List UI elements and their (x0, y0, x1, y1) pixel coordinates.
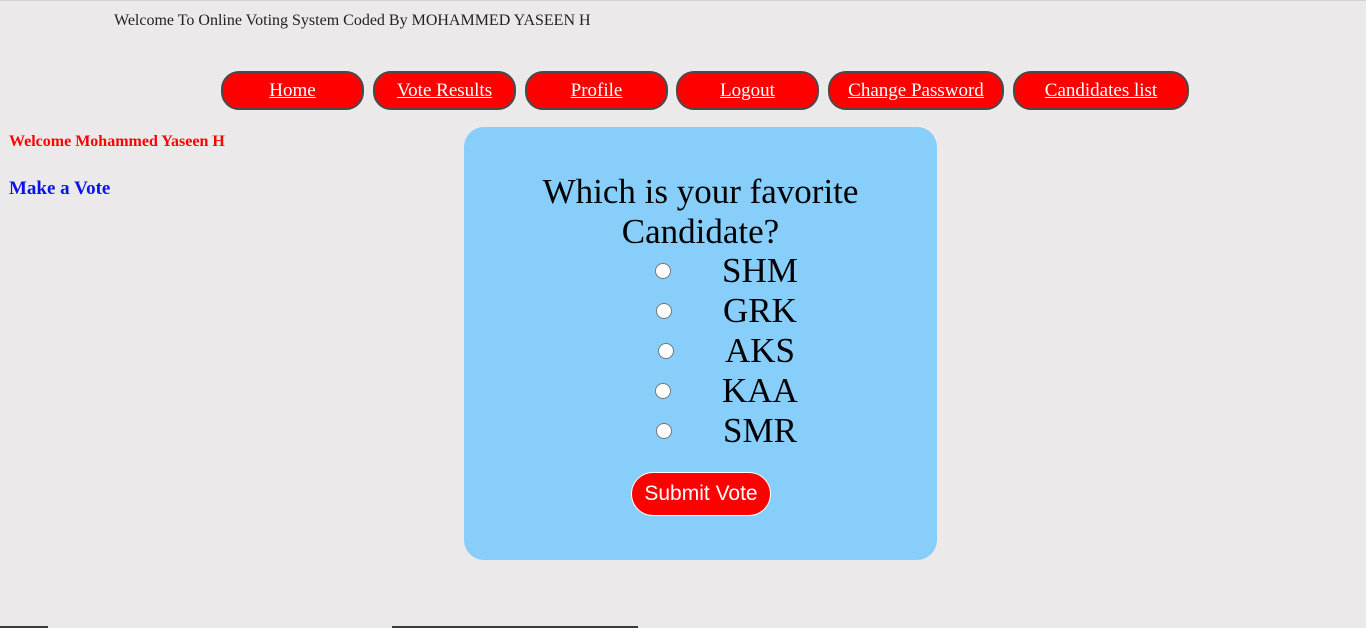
nav-logout-button[interactable]: Logout (676, 71, 819, 110)
welcome-message: Welcome Mohammed Yaseen H (9, 133, 225, 150)
candidate-radio-grk[interactable] (656, 303, 672, 319)
candidate-option (655, 371, 671, 411)
vote-panel: Which is your favorite Candidate? SHM GR… (464, 127, 937, 560)
nav-home-button[interactable]: Home (221, 71, 364, 110)
candidate-label-grk: GRK (723, 291, 797, 330)
candidate-option (658, 331, 674, 371)
candidate-option (656, 411, 672, 451)
candidate-option (655, 251, 671, 291)
nav-candidates-list-button[interactable]: Candidates list (1013, 71, 1189, 110)
nav-profile-button[interactable]: Profile (525, 71, 668, 110)
make-a-vote-link[interactable]: Make a Vote (9, 178, 110, 200)
poll-question-line-1: Which is your favorite (542, 172, 859, 211)
poll-question-line-2: Candidate? (621, 212, 780, 251)
candidate-label-shm: SHM (722, 251, 798, 290)
nav-vote-results-button[interactable]: Vote Results (373, 71, 516, 110)
poll-question: Which is your favorite Candidate? (464, 172, 937, 252)
candidate-radio-kaa[interactable] (655, 383, 671, 399)
top-divider (0, 0, 1366, 1)
candidate-radio-aks[interactable] (658, 343, 674, 359)
submit-vote-button[interactable]: Submit Vote (631, 472, 771, 516)
candidate-option (656, 291, 672, 331)
nav-change-password-button[interactable]: Change Password (828, 71, 1004, 110)
candidate-radio-smr[interactable] (656, 423, 672, 439)
candidate-label-aks: AKS (725, 331, 796, 370)
candidate-label-smr: SMR (723, 411, 797, 450)
candidate-radio-shm[interactable] (655, 263, 671, 279)
main-nav: Home Vote Results Profile Logout Change … (0, 71, 1366, 110)
candidate-label-kaa: KAA (722, 371, 798, 410)
site-banner: Welcome To Online Voting System Coded By… (114, 12, 591, 29)
